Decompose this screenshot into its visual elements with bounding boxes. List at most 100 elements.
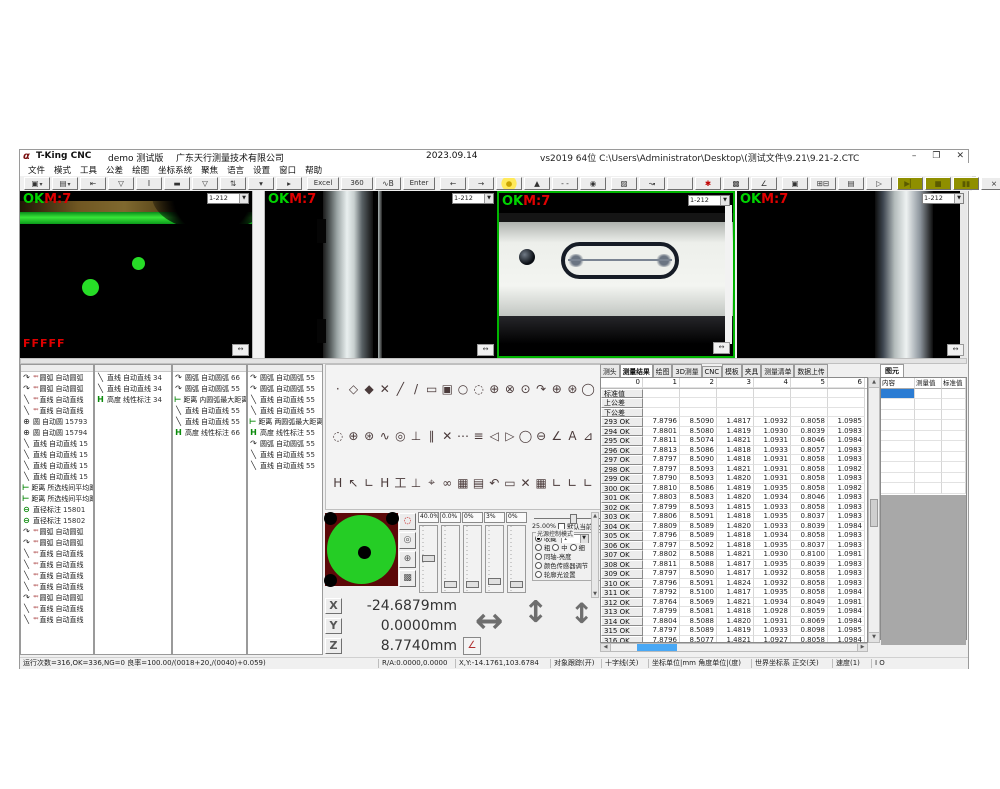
list-item[interactable]: ↷***圆弧自动圆弧: [21, 592, 93, 603]
toolbar-button-icon[interactable]: ▬: [164, 177, 190, 190]
tab-模板[interactable]: 模板: [722, 364, 742, 377]
palette-tool-icon[interactable]: ∠: [550, 429, 564, 443]
palette-tool-icon[interactable]: ╱: [394, 382, 408, 396]
element-cell[interactable]: [915, 431, 942, 442]
palette-tool-icon[interactable]: ▤: [472, 476, 486, 490]
chevron-down-icon[interactable]: ▾: [68, 181, 71, 188]
palette-tool-icon[interactable]: ◎: [394, 429, 408, 443]
list-item[interactable]: ╲直线自动直线34: [95, 383, 171, 394]
toolbar-button-icon[interactable]: →: [468, 177, 494, 190]
scrollbar-thumb[interactable]: [637, 644, 677, 651]
tab-测头[interactable]: 测头: [600, 364, 620, 377]
chevron-down-icon[interactable]: ▼: [720, 196, 729, 205]
scroll-up-icon[interactable]: ▲: [592, 513, 598, 519]
element-cell[interactable]: [915, 462, 942, 473]
slider-track[interactable]: [485, 525, 504, 593]
toolbar-button-icon[interactable]: ■: [925, 177, 951, 190]
list-item[interactable]: ╲直线自动直线55: [248, 449, 322, 460]
palette-tool-icon[interactable]: H: [378, 476, 392, 490]
table-row[interactable]: 306 OK7.87978.50921.48181.09350.80371.09…: [601, 541, 867, 551]
palette-tool-icon[interactable]: ▦: [456, 476, 470, 490]
list-item[interactable]: ╲直线自动直线55: [248, 394, 322, 405]
table-row[interactable]: 304 OK7.88098.50891.48201.09330.80391.09…: [601, 522, 867, 532]
camera-4-range-dropdown[interactable]: 1-212▼: [922, 193, 964, 204]
ring-light-control[interactable]: [325, 513, 398, 586]
camera-2-range-dropdown[interactable]: 1-212▼: [452, 193, 494, 204]
toolbar-button-icon[interactable]: ▨: [611, 177, 637, 190]
list-item[interactable]: ⊢距离所选线间平均距离: [21, 482, 93, 493]
element-cell[interactable]: [942, 389, 966, 400]
option-radio[interactable]: [535, 553, 542, 560]
list-item[interactable]: ↷圆弧自动圆弧66: [173, 372, 246, 383]
jog-vertical-icon[interactable]: ↕: [523, 595, 548, 630]
table-row[interactable]: 293 OK7.87968.50901.48171.09320.80581.09…: [601, 417, 867, 427]
camera-3-scrollbar[interactable]: [725, 205, 732, 344]
camera-1-range-dropdown[interactable]: 1-212▼: [207, 193, 249, 204]
toolbar-button-icon[interactable]: ▶▏: [897, 177, 923, 190]
menu-item[interactable]: 设置: [253, 164, 270, 176]
option-radio[interactable]: [535, 562, 542, 569]
slider-track[interactable]: [507, 525, 526, 593]
list-item[interactable]: ↷***圆弧自动圆弧: [21, 383, 93, 394]
camera-4-scrollbar[interactable]: [960, 191, 967, 358]
list-item[interactable]: ╲***直线自动直线: [21, 405, 93, 416]
list-item[interactable]: ╲***直线自动直线: [21, 603, 93, 614]
chevron-down-icon[interactable]: ▾: [40, 181, 43, 188]
element-row[interactable]: [881, 389, 966, 400]
element-cell[interactable]: [942, 441, 966, 452]
palette-tool-icon[interactable]: ▭: [503, 476, 517, 490]
jog-horizontal-icon[interactable]: ↔: [475, 601, 504, 641]
palette-tool-icon[interactable]: ◌: [472, 382, 486, 396]
list-item[interactable]: H高度线性标注66: [173, 427, 246, 438]
light-slider[interactable]: 0%: [462, 512, 483, 594]
element-cell[interactable]: [942, 483, 966, 494]
table-row[interactable]: 302 OK7.87998.50931.48151.09330.80581.09…: [601, 503, 867, 513]
scroll-right-icon[interactable]: ▶: [857, 644, 867, 651]
tab-绘图[interactable]: 绘图: [653, 364, 673, 377]
table-row[interactable]: 310 OK7.87968.50911.48241.09320.80581.09…: [601, 579, 867, 589]
list-item[interactable]: ⊢距离两圆弧最大距离: [248, 416, 322, 427]
palette-tool-icon[interactable]: /: [409, 382, 423, 396]
selected-cell[interactable]: [881, 389, 915, 400]
palette-tool-icon[interactable]: ▷: [503, 429, 517, 443]
palette-tool-icon[interactable]: ⊿: [581, 429, 595, 443]
palette-tool-icon[interactable]: ⌖: [425, 475, 439, 490]
list-item[interactable]: ⊖直径标注15801: [21, 504, 93, 515]
camera-3-range-dropdown[interactable]: 1-212▼: [688, 195, 730, 206]
table-row[interactable]: 308 OK7.88118.50881.48171.09350.80391.09…: [601, 560, 867, 570]
menu-item[interactable]: 坐标系统: [158, 164, 192, 176]
palette-tool-icon[interactable]: ∞: [440, 476, 454, 490]
table-row[interactable]: 303 OK7.88068.50911.48181.09350.80371.09…: [601, 512, 867, 522]
table-row[interactable]: 299 OK7.87908.50931.48201.09310.80581.09…: [601, 474, 867, 484]
element-cell[interactable]: [915, 420, 942, 431]
menu-item[interactable]: 工具: [80, 164, 97, 176]
light-slider[interactable]: 3%: [484, 512, 505, 594]
list-item[interactable]: ↷***圆弧自动圆弧: [21, 526, 93, 537]
camera-4-resize-handle[interactable]: ↔: [947, 344, 964, 356]
light-slider[interactable]: 0.0%: [440, 512, 461, 594]
palette-tool-icon[interactable]: A: [566, 429, 580, 443]
menu-item[interactable]: 语言: [227, 164, 244, 176]
palette-tool-icon[interactable]: ◇: [347, 382, 361, 396]
results-table[interactable]: 0123456标准值上公差下公差293 OK7.87968.50901.4817…: [600, 377, 868, 643]
list-item[interactable]: ╲***直线自动直线: [21, 559, 93, 570]
excel-button[interactable]: Excel: [307, 177, 339, 190]
menu-item[interactable]: 窗口: [279, 164, 296, 176]
list-item[interactable]: ╲***直线自动直线: [21, 614, 93, 625]
element-cell[interactable]: [881, 399, 915, 410]
table-row[interactable]: 297 OK7.87978.50901.48181.09310.80581.09…: [601, 455, 867, 465]
palette-tool-icon[interactable]: ⊛: [566, 382, 580, 396]
palette-tool-icon[interactable]: ◁: [487, 429, 501, 443]
element-row[interactable]: [881, 483, 966, 494]
toolbar-button-icon[interactable]: ⇅: [220, 177, 246, 190]
element-cell[interactable]: [881, 462, 915, 473]
palette-tool-icon[interactable]: ✕: [378, 382, 392, 396]
table-row[interactable]: 305 OK7.87968.50891.48181.09340.80581.09…: [601, 531, 867, 541]
menu-item[interactable]: 帮助: [305, 164, 322, 176]
palette-tool-icon[interactable]: ✕: [519, 476, 533, 490]
palette-tool-icon[interactable]: ▣: [440, 382, 454, 396]
palette-tool-icon[interactable]: ↶: [487, 476, 501, 490]
list-item[interactable]: ╲直线自动直线55: [248, 405, 322, 416]
element-cell[interactable]: [881, 410, 915, 421]
toolbar-button-icon[interactable]: ∿B: [375, 177, 401, 190]
